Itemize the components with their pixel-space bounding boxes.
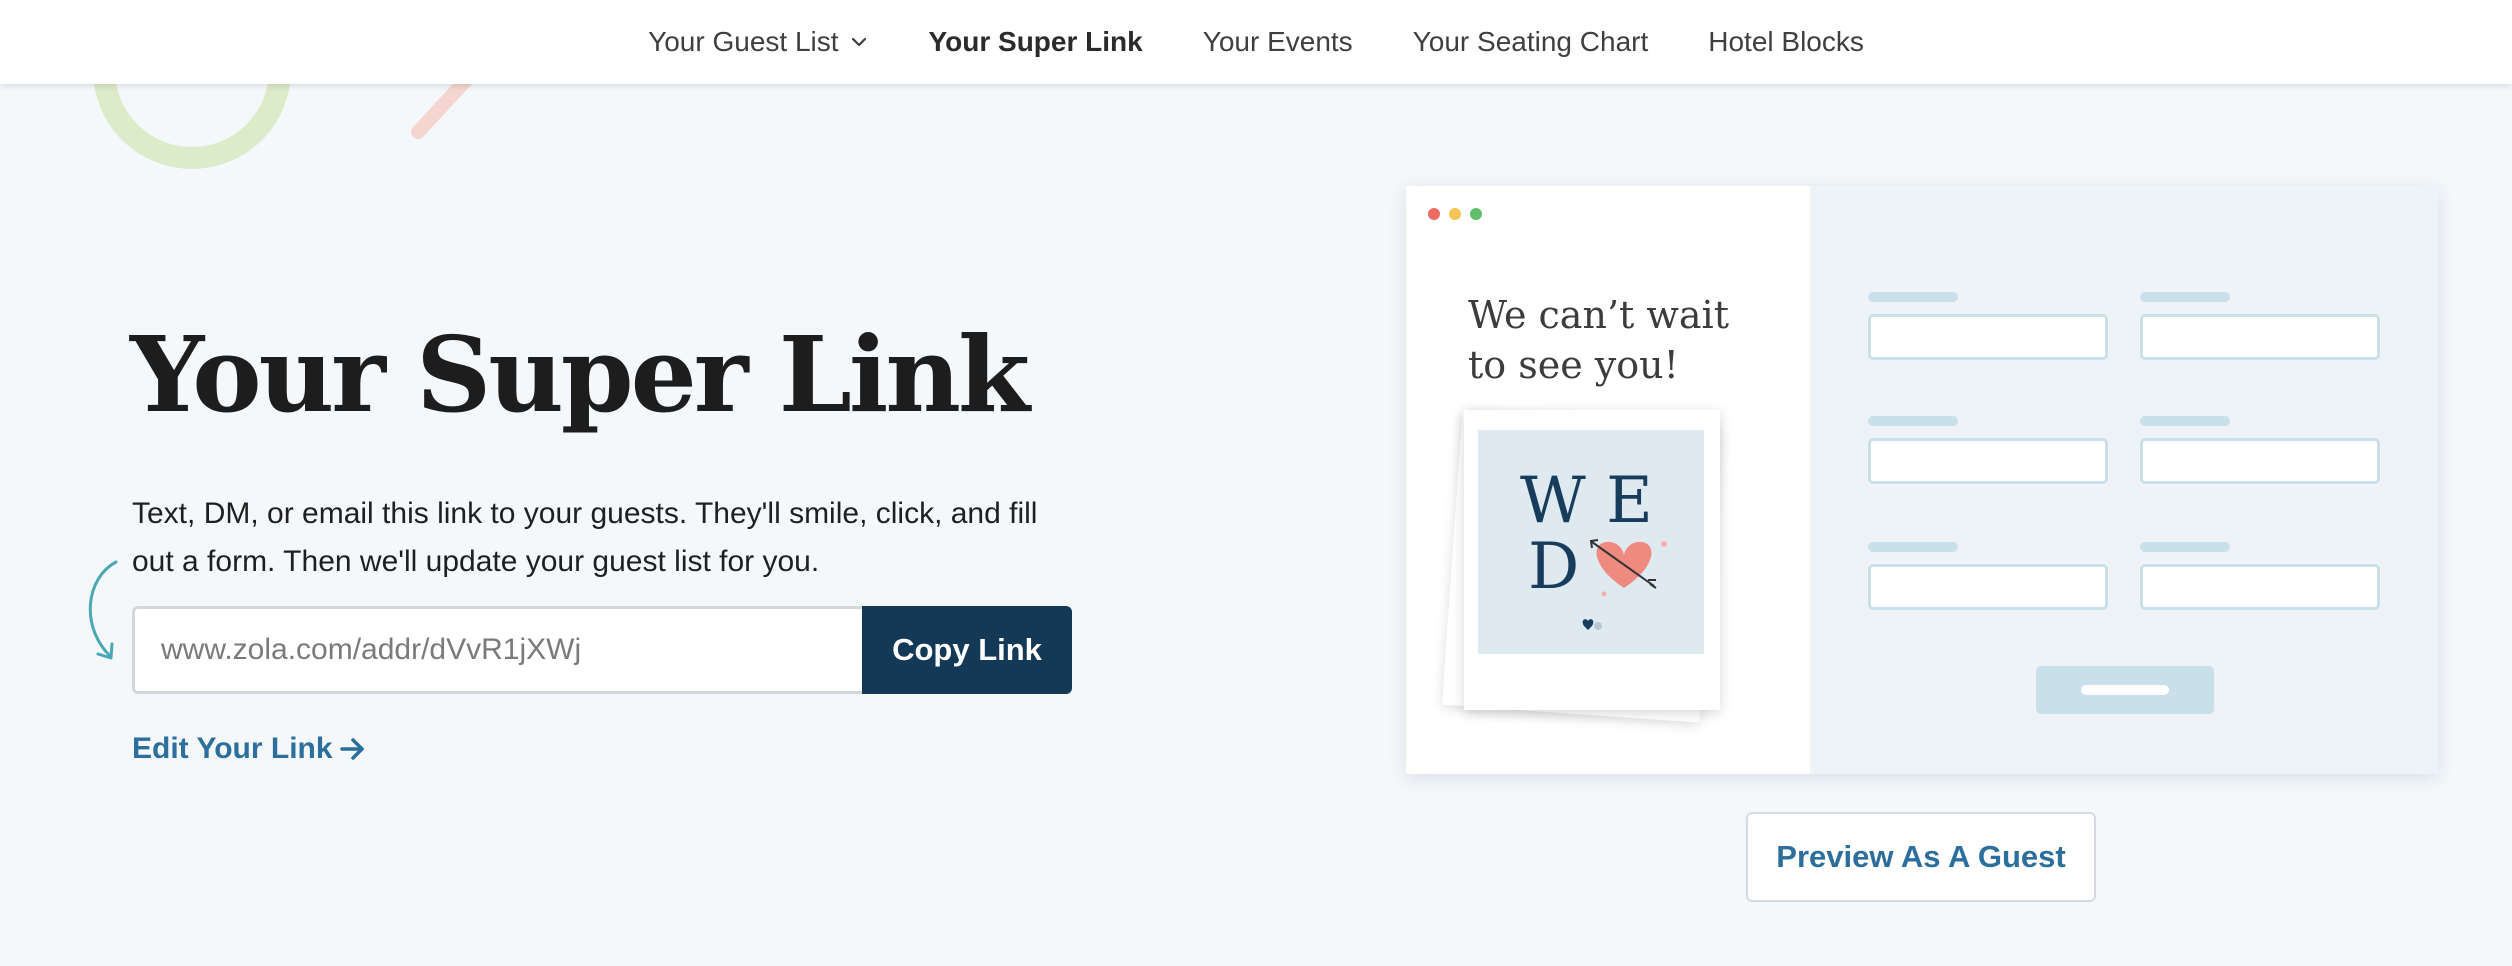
form-label-placeholder: [1868, 416, 1958, 426]
form-label-placeholder: [2140, 542, 2230, 552]
card-letters-bottom: D: [1528, 530, 1579, 604]
form-field-placeholder: [1868, 314, 2108, 360]
window-dot-red: [1428, 208, 1440, 220]
form-field-placeholder: [2140, 564, 2380, 610]
preview-headline: We can’t wait to see you!: [1468, 293, 1729, 387]
form-submit-placeholder: [2036, 666, 2214, 714]
invite-card-art: W E D: [1478, 430, 1704, 654]
nav-item-label: Your Super Link: [928, 26, 1143, 57]
form-field-placeholder: [1868, 564, 2108, 610]
guest-form-preview: We can’t wait to see you! W E D: [1406, 186, 2438, 774]
heart-arrow-icon: W E D: [1520, 464, 1667, 630]
nav-item-label: Your Events: [1202, 26, 1353, 57]
top-nav: Your Guest List Your Super Link Your Eve…: [0, 0, 2512, 84]
nav-item-label: Hotel Blocks: [1708, 26, 1864, 57]
preview-invite-panel: We can’t wait to see you! W E D: [1406, 186, 1810, 774]
super-link-input[interactable]: [132, 606, 862, 694]
form-label-placeholder: [1868, 542, 1958, 552]
curved-arrow-icon: [88, 560, 118, 660]
nav-list: Your Guest List Your Super Link Your Eve…: [648, 26, 1864, 58]
window-dot-green: [1470, 208, 1482, 220]
form-field-placeholder: [2140, 438, 2380, 484]
card-letters-top: W E: [1520, 464, 1653, 538]
preview-as-guest-button[interactable]: Preview As A Guest: [1746, 812, 2096, 902]
form-label-placeholder: [2140, 292, 2230, 302]
preview-form: [1810, 186, 2438, 774]
chevron-down-icon: [851, 37, 866, 47]
nav-item-label: Your Seating Chart: [1412, 26, 1649, 57]
page-description: Text, DM, or email this link to your gue…: [132, 497, 1038, 578]
page-title: Your Super Link: [130, 313, 1030, 436]
super-link-row: Copy Link: [132, 606, 1072, 694]
edit-link-label: Edit Your Link: [132, 732, 333, 765]
nav-item-hotel-blocks[interactable]: Hotel Blocks: [1708, 26, 1864, 58]
nav-item-label: Your Guest List: [648, 26, 839, 57]
copy-link-button[interactable]: Copy Link: [862, 606, 1072, 694]
edit-link-button[interactable]: Edit Your Link: [132, 732, 367, 766]
window-dot-yellow: [1449, 208, 1461, 220]
form-field-placeholder: [2140, 314, 2380, 360]
form-label-placeholder: [2140, 416, 2230, 426]
form-label-placeholder: [1868, 292, 1958, 302]
arrow-right-icon: [339, 738, 364, 760]
window-dots: [1428, 208, 1482, 220]
nav-item-guest-list[interactable]: Your Guest List: [648, 26, 868, 58]
nav-item-events[interactable]: Your Events: [1203, 26, 1353, 58]
nav-item-super-link[interactable]: Your Super Link: [929, 26, 1143, 58]
invite-card: W E D: [1464, 410, 1720, 710]
nav-item-seating-chart[interactable]: Your Seating Chart: [1413, 26, 1649, 58]
form-field-placeholder: [1868, 438, 2108, 484]
